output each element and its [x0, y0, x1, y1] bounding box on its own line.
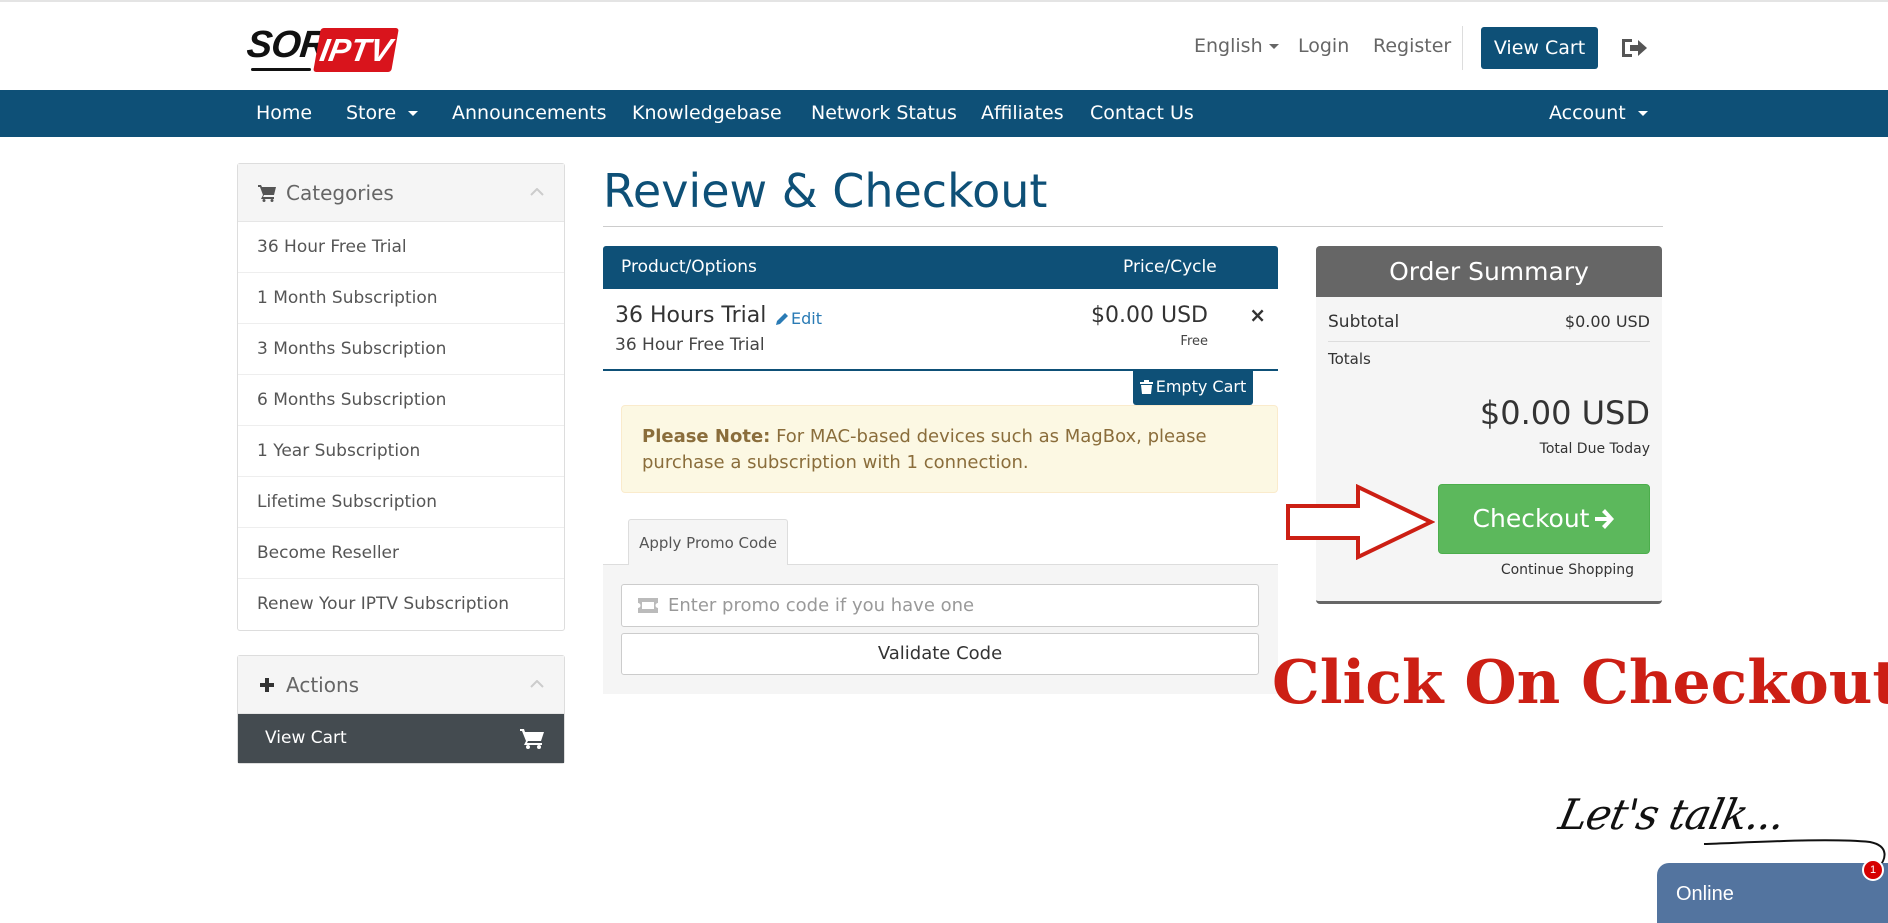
sora-iptv-logo[interactable]: SORA IPTV: [245, 22, 399, 74]
product-price: $0.00 USD: [1091, 303, 1208, 328]
chat-notification-badge: 1: [1862, 859, 1884, 881]
category-lifetime[interactable]: Lifetime Subscription: [238, 477, 564, 528]
top-bar: SORA IPTV English Login Register View Ca…: [0, 0, 1888, 90]
product-cycle: Free: [1180, 334, 1208, 349]
trash-icon: [1139, 380, 1153, 394]
logout-icon[interactable]: [1620, 35, 1648, 61]
cart-item-row: 36 Hours Trial Edit 36 Hour Free Trial $…: [603, 289, 1278, 371]
categories-title: Categories: [286, 181, 394, 205]
ticket-icon: [638, 598, 658, 613]
view-cart-button[interactable]: View Cart: [1481, 27, 1598, 69]
chevron-up-icon[interactable]: [530, 680, 544, 688]
totals-label: Totals: [1328, 350, 1371, 368]
category-6-months[interactable]: 6 Months Subscription: [238, 375, 564, 426]
main-navbar: Home Store Announcements Knowledgebase N…: [0, 90, 1888, 137]
logo-text-iptv: IPTV: [313, 28, 399, 72]
subtotal-row: Subtotal $0.00 USD: [1328, 312, 1650, 332]
remove-item-icon[interactable]: ×: [1249, 303, 1266, 327]
edit-label: Edit: [791, 309, 822, 328]
language-label: English: [1194, 35, 1263, 57]
chevron-up-icon[interactable]: [530, 188, 544, 196]
page-title: Review & Checkout: [603, 164, 1048, 218]
plus-icon: [260, 678, 274, 692]
total-amount: $0.00 USD: [1479, 394, 1650, 432]
category-renew-subscription[interactable]: Renew Your IPTV Subscription: [238, 579, 564, 630]
register-link[interactable]: Register: [1373, 28, 1451, 64]
note-label: Please Note:: [642, 426, 771, 447]
product-name: 36 Hours Trial: [615, 303, 767, 328]
chat-widget-button[interactable]: Online: [1657, 863, 1888, 923]
caret-down-icon: [408, 111, 419, 116]
summary-divider: [1328, 341, 1650, 342]
nav-affiliates[interactable]: Affiliates: [981, 90, 1064, 137]
category-1-year[interactable]: 1 Year Subscription: [238, 426, 564, 477]
login-link[interactable]: Login: [1298, 28, 1349, 64]
total-due-label: Total Due Today: [1539, 441, 1650, 457]
shopping-cart-icon: [258, 185, 276, 202]
caret-down-icon: [1637, 111, 1648, 116]
actions-panel: Actions View Cart: [237, 655, 565, 764]
pencil-icon: [776, 313, 788, 325]
sidebar-view-cart-label: View Cart: [265, 728, 347, 748]
nav-account[interactable]: Account: [1549, 90, 1648, 137]
title-divider: [603, 226, 1663, 227]
categories-panel: Categories 36 Hour Free Trial 1 Month Su…: [237, 163, 565, 631]
tab-apply-promo-code[interactable]: Apply Promo Code: [628, 519, 788, 565]
categories-header[interactable]: Categories: [238, 164, 564, 222]
nav-knowledgebase[interactable]: Knowledgebase: [632, 90, 782, 137]
subtotal-value: $0.00 USD: [1564, 312, 1650, 331]
shopping-cart-icon: [520, 729, 544, 749]
empty-cart-button[interactable]: Empty Cart: [1133, 371, 1253, 405]
validate-code-button[interactable]: Validate Code: [621, 633, 1259, 675]
caret-down-icon: [1268, 44, 1279, 49]
arrow-right-icon: [1595, 509, 1615, 529]
header-price-cycle: Price/Cycle: [1123, 257, 1217, 277]
order-summary-title: Order Summary: [1316, 246, 1662, 297]
cart-table-header: Product/Options Price/Cycle: [603, 246, 1278, 289]
nav-store[interactable]: Store: [346, 90, 419, 137]
promo-code-input[interactable]: Enter promo code if you have one: [621, 584, 1259, 627]
nav-contact-us[interactable]: Contact Us: [1090, 90, 1194, 137]
header-product-options: Product/Options: [621, 257, 757, 277]
sidebar-view-cart[interactable]: View Cart: [238, 714, 564, 763]
red-arrow-annotation: [1286, 484, 1435, 560]
actions-title: Actions: [286, 673, 360, 697]
product-group: 36 Hour Free Trial: [615, 335, 765, 355]
language-dropdown[interactable]: English: [1194, 28, 1279, 64]
subtotal-label: Subtotal: [1328, 312, 1400, 332]
checkout-label: Checkout: [1472, 504, 1590, 533]
nav-home[interactable]: Home: [256, 90, 312, 137]
nav-announcements[interactable]: Announcements: [452, 90, 607, 137]
continue-shopping-link[interactable]: Continue Shopping: [1501, 562, 1634, 578]
actions-header[interactable]: Actions: [238, 656, 564, 714]
empty-cart-label: Empty Cart: [1155, 377, 1247, 396]
nav-account-label: Account: [1549, 102, 1626, 124]
nav-store-label: Store: [346, 102, 397, 124]
promo-placeholder: Enter promo code if you have one: [668, 595, 975, 616]
checkout-button[interactable]: Checkout: [1438, 484, 1650, 554]
category-become-reseller[interactable]: Become Reseller: [238, 528, 564, 579]
nav-network-status[interactable]: Network Status: [811, 90, 957, 137]
category-1-month[interactable]: 1 Month Subscription: [238, 273, 564, 324]
mac-device-note: Please Note: For MAC-based devices such …: [621, 405, 1278, 493]
category-3-months[interactable]: 3 Months Subscription: [238, 324, 564, 375]
category-36-hour-free-trial[interactable]: 36 Hour Free Trial: [238, 222, 564, 273]
top-divider: [1462, 26, 1463, 70]
logo-swoosh: [251, 68, 311, 71]
click-on-checkout-annotation: Click On Checkout: [1272, 648, 1888, 718]
edit-item-link[interactable]: Edit: [775, 309, 822, 328]
